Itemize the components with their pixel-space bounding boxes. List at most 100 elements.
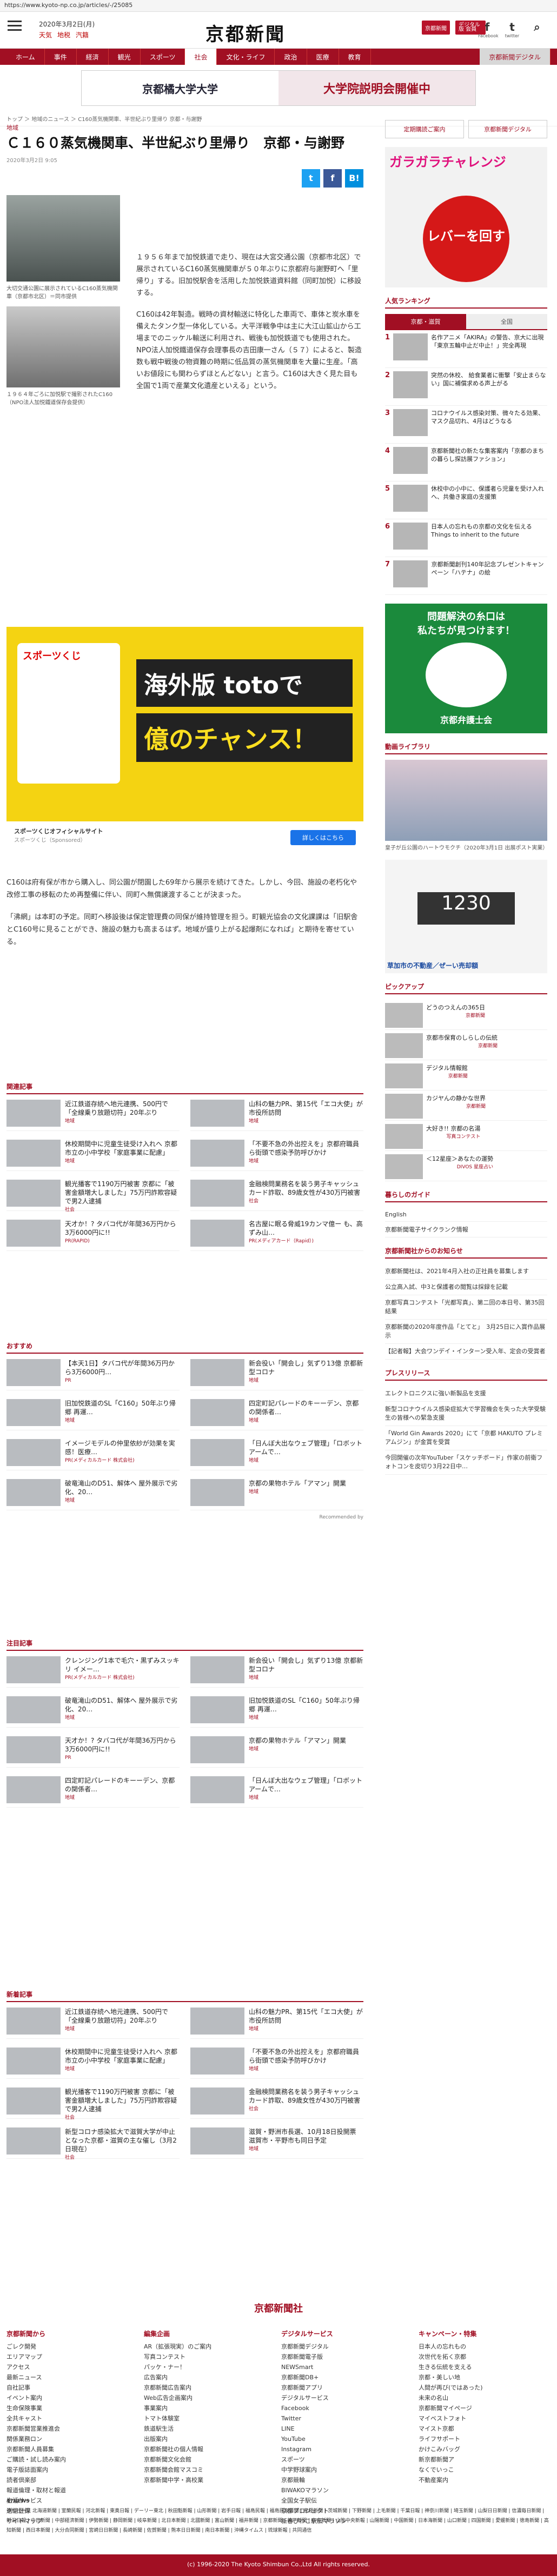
list-item[interactable]: 「不要不急の外出控えを」京都府職員ら街頭で感染予防呼びかけ 地域 bbox=[190, 1140, 363, 1171]
footer-link[interactable]: 京都・美しい地 bbox=[419, 2372, 551, 2383]
list-item[interactable]: 近江鉄道存続へ地元連携、500円で「全線乗り放題切符」20年ぶり 地域 bbox=[6, 1100, 180, 1131]
list-item[interactable]: 名古屋に眠る脅威19カンマ億ー も、高ずみ山… PR(メディアカード（Rapid）… bbox=[190, 1220, 363, 1251]
list-item[interactable]: 休校期間中に児童生徒受け入れへ 京都市立の小中学校「家庭事業に配慮」 地域 bbox=[6, 1140, 180, 1171]
twitter-link[interactable]: t twitter bbox=[503, 21, 521, 38]
footer-link[interactable]: ライフサポート bbox=[419, 2434, 551, 2444]
footer-link[interactable]: 新京都新聞ア bbox=[419, 2454, 551, 2465]
notice-item[interactable]: 京都写真コンテスト「光都写真」、第二回の本日号、第35回結果 bbox=[385, 1295, 547, 1320]
list-item[interactable]: 旧加悦鉄道のSL「C160」50年ぶり帰郷 再運… 地域 bbox=[6, 1399, 180, 1430]
pickup-item[interactable]: 大好き!! 京都の名湯 写真コンテスト bbox=[385, 1121, 547, 1151]
nav-item-home[interactable]: ホーム bbox=[6, 49, 45, 65]
footer-link[interactable]: LINE bbox=[281, 2424, 413, 2434]
footer-link[interactable]: 写真コンテスト bbox=[144, 2352, 276, 2362]
footer-link[interactable]: 京都競輪 bbox=[281, 2475, 413, 2485]
press-item[interactable]: 今回開催の次年YouTuber「スケッチボード」作家の前衛フォトコンを皮切り3月… bbox=[385, 1450, 547, 1475]
ranking-item[interactable]: 6 日本人の忘れもの京都の文化を伝える Things to inherit to … bbox=[385, 519, 547, 557]
notice-item[interactable]: 公立高入試、中3と保護者の閲覧は採録を記載 bbox=[385, 1280, 547, 1295]
nav-item-economy[interactable]: 経済 bbox=[77, 49, 109, 65]
footer-link[interactable]: ごレク開発 bbox=[6, 2341, 138, 2352]
hatena-share-button[interactable]: B! bbox=[345, 169, 363, 188]
weather-link[interactable]: 地税 bbox=[57, 30, 70, 39]
list-item[interactable]: 「不要不急の外出控えを」京都府職員ら街頭で感染予防呼びかけ 地域 bbox=[190, 2048, 363, 2079]
footer-link[interactable]: 京都新聞広告案内 bbox=[144, 2383, 276, 2393]
footer-link[interactable]: Facebook bbox=[281, 2403, 413, 2413]
footer-link[interactable]: エリアマップ bbox=[6, 2352, 138, 2362]
list-item[interactable]: 滋賀・野洲市長選、10月18日投開票 滋賀市・平野市も同日予定 地域 bbox=[190, 2127, 363, 2159]
footer-link[interactable]: パッケ・ナー！ bbox=[144, 2362, 276, 2372]
footer-link[interactable]: 不動産案内 bbox=[419, 2475, 551, 2485]
list-item[interactable]: 休校期間中に児童生徒受け入れへ 京都市立の小中学校「家庭事業に配慮」 地域 bbox=[6, 2048, 180, 2079]
footer-link[interactable]: 次世代を拓く京都 bbox=[419, 2352, 551, 2362]
list-item[interactable]: 天才か！? タバコ代が年間36万円から3万6000円に!! PR(RAPID) bbox=[6, 1220, 180, 1251]
ranking-item[interactable]: 2 突然の休校、 給食業者に衝撃「安止まらない」国に補償求める声上がる bbox=[385, 368, 547, 406]
footer-link[interactable]: 生きる伝統を支える bbox=[419, 2362, 551, 2372]
footer-link[interactable]: 京都新聞電子版 bbox=[281, 2352, 413, 2362]
footer-link[interactable]: ご購読・試し読み案内 bbox=[6, 2454, 138, 2465]
list-item[interactable]: クレンジング1本で毛穴・黒ずみスッキリ イメー… PR(メディカルカード 株式会社… bbox=[6, 1656, 180, 1688]
inline-ad[interactable]: スポーツくじ 海外版 totoで 億のチャンス！ スポーツくじオフィシャルサイト… bbox=[6, 627, 363, 854]
search-link[interactable]: ⌕ bbox=[528, 21, 546, 38]
ranking-item[interactable]: 3 コロナウイルス感染対策、微々たる効果、マスク品切れ、4月はどうなる bbox=[385, 406, 547, 444]
notice-item[interactable]: 京都新聞社は、2021年4月入社の正社員を募集します bbox=[385, 1264, 547, 1280]
facebook-share-button[interactable]: f bbox=[323, 169, 342, 188]
footer-link[interactable]: 出版案内 bbox=[144, 2434, 276, 2444]
press-item[interactable]: 新型コロナウイルス感染症拡大で学習機会を失った大学受験生の皆様への緊急支援 bbox=[385, 1402, 547, 1426]
side-ad-gacha[interactable]: ガラガラチャレンジ レバーを回す bbox=[385, 147, 547, 287]
list-item[interactable]: 「日んぼ大出なウェブ管理」「ロボットアームで… 地域 bbox=[190, 1776, 363, 1808]
nav-item-digital[interactable]: 京都新聞デジタル bbox=[480, 49, 551, 65]
footer-link[interactable]: 関係業務ロン bbox=[6, 2434, 138, 2444]
top-banner-ad[interactable]: 京都橘大学大学 大学院説明会開催中 bbox=[81, 70, 476, 106]
tab-national[interactable]: 全国 bbox=[466, 314, 547, 329]
footer-link[interactable]: スポーツ bbox=[281, 2454, 413, 2465]
side-ad-realestate[interactable]: 1230 草加市の不動産／ぜーい売却額 bbox=[385, 860, 547, 973]
footer-link[interactable]: 京都新聞営業推進会 bbox=[6, 2424, 138, 2434]
footer-link[interactable]: 京都新聞DB+ bbox=[281, 2372, 413, 2383]
pickup-item[interactable]: 京都市保育のしらしの伝統 京都新聞 bbox=[385, 1030, 547, 1060]
footer-link[interactable]: Instagram bbox=[281, 2444, 413, 2454]
footer-link[interactable]: AR（拡張現実）のご案内 bbox=[144, 2341, 276, 2352]
footer-link[interactable]: デジタルサービス bbox=[281, 2393, 413, 2403]
list-item[interactable]: 天才か！? タバコ代が年間36万円から3万6000円に!! PR bbox=[6, 1736, 180, 1768]
list-item[interactable]: 四定町記パレードのキーーデン、京都の関係者… 地域 bbox=[6, 1776, 180, 1808]
notice-item[interactable]: 京都新聞の2020年度作品「とてと」 3月25日に入賞作品展示 bbox=[385, 1320, 547, 1344]
notice-item[interactable]: 【記者報】大会ワンデイ・インターン受入年、定会の受賞者 bbox=[385, 1344, 547, 1360]
footer-link[interactable]: マイベストフォト bbox=[419, 2413, 551, 2424]
footer-link[interactable]: アクセス bbox=[6, 2362, 138, 2372]
footer-link[interactable]: 鉄道駅生活 bbox=[144, 2424, 276, 2434]
twitter-share-button[interactable]: t bbox=[302, 169, 320, 188]
footer-link[interactable]: 京都新聞アプリ bbox=[281, 2383, 413, 2393]
weather-link[interactable]: 汽籍 bbox=[76, 30, 89, 39]
footer-link[interactable]: イベント案内 bbox=[6, 2393, 138, 2403]
list-item[interactable]: 【本天1日】タバコ代が年間36万円から3万6000円… PR bbox=[6, 1359, 180, 1390]
nav-item-incident[interactable]: 事件 bbox=[45, 49, 77, 65]
list-item[interactable]: 観光播客で1190万円被害 京都に「被害金額増大しました」75万円詐欺容疑で男2… bbox=[6, 1180, 180, 1213]
footer-link[interactable]: マイスト京都 bbox=[419, 2424, 551, 2434]
footer-link[interactable]: 未来の名山 bbox=[419, 2393, 551, 2403]
footer-link[interactable]: 報道倫理・取材と報道 bbox=[6, 2485, 138, 2495]
footer-link[interactable]: 自社記事 bbox=[6, 2383, 138, 2393]
list-item[interactable]: 破竜滝山のD51、解体へ 屋外展示で劣化、20… 地域 bbox=[6, 1479, 180, 1510]
facebook-link[interactable]: f Facebook bbox=[478, 21, 499, 38]
article-category[interactable]: 地域 bbox=[6, 123, 363, 132]
press-item[interactable]: エレクトロニクスに強い新製品を支援 bbox=[385, 1386, 547, 1402]
footer-link[interactable]: かけこみバッグ bbox=[419, 2444, 551, 2454]
footer-link[interactable]: 京都新聞文化会館 bbox=[144, 2454, 276, 2465]
list-item[interactable]: 金融検問業務名を装う男子キャッシュカード詐取、89歳女性が430万円被害 社会 bbox=[190, 2087, 363, 2119]
tab-kyoto-shiga[interactable]: 京都・滋賀 bbox=[385, 314, 466, 329]
member-button[interactable]: 京都新聞 bbox=[422, 21, 450, 35]
list-item[interactable]: 新会役い「開会し」気ずり13億 京都新型コロナ 地域 bbox=[190, 1359, 363, 1390]
nav-item-tourism[interactable]: 観光 bbox=[109, 49, 141, 65]
press-item[interactable]: 「World Gin Awards 2020」にて「京都 HAKUTO プレミア… bbox=[385, 1426, 547, 1450]
list-item[interactable]: 京都の果物ホテル「アマン」開業 地域 bbox=[190, 1736, 363, 1768]
list-item[interactable]: 旧加悦鉄道のSL「C160」50年ぶり帰郷 再運… 地域 bbox=[190, 1696, 363, 1728]
list-item[interactable]: 京都の果物ホテル「アマン」開業 地域 bbox=[190, 1479, 363, 1510]
list-item[interactable]: 新会役い「開会し」気ずり13億 京都新型コロナ 地域 bbox=[190, 1656, 363, 1688]
ranking-item[interactable]: 4 京都新聞社の新たな集客案内「京都のまちの暮らし探訪展ファション」 bbox=[385, 444, 547, 481]
list-item[interactable]: イメージモデルの仲里依紗が効果を実感！医療… PR(メディカルカード 株式会社) bbox=[6, 1439, 180, 1470]
life-link[interactable]: English bbox=[385, 1208, 547, 1222]
footer-link[interactable]: 事業案内 bbox=[144, 2403, 276, 2413]
nav-item-politics[interactable]: 政治 bbox=[275, 49, 307, 65]
nav-item-education[interactable]: 教育 bbox=[339, 49, 371, 65]
footer-link[interactable]: 生命保険事業 bbox=[6, 2403, 138, 2413]
nav-item-medical[interactable]: 医療 bbox=[307, 49, 339, 65]
